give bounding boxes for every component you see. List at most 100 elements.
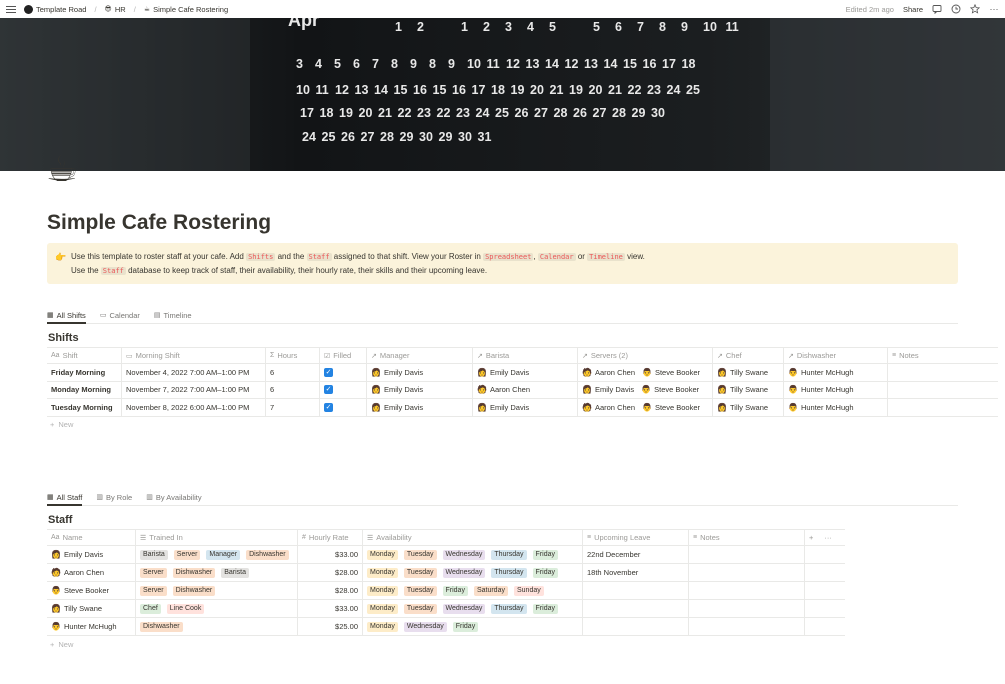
hourly-rate[interactable]: $33.00 xyxy=(298,600,363,617)
tag-monday[interactable]: Monday xyxy=(367,549,398,560)
person-aaron-chen[interactable]: 🧑 Aaron Chen xyxy=(477,385,530,394)
header-dishwasher[interactable]: ↗ Dishwasher xyxy=(784,348,888,363)
chef-cell[interactable]: 👩 Tilly Swane xyxy=(713,364,784,381)
tag-tuesday[interactable]: Tuesday xyxy=(403,549,437,560)
tag-manager[interactable]: Manager xyxy=(206,549,241,560)
header-name[interactable]: Aa Name xyxy=(47,530,136,545)
tab-by-role[interactable]: ▥ By Role xyxy=(96,489,132,505)
barista-cell[interactable]: 👩 Emily Davis xyxy=(473,364,578,381)
new-shift-button[interactable]: + New xyxy=(47,417,998,433)
trained-in-cell[interactable]: Server Dishwasher xyxy=(136,582,298,599)
manager-cell[interactable]: 👩 Emily Davis xyxy=(367,381,473,398)
page-coffee-icon[interactable]: ☕ xyxy=(46,148,90,190)
staff-title[interactable]: Staff xyxy=(48,514,72,526)
notes-cell[interactable] xyxy=(689,582,805,599)
tag-chef[interactable]: Chef xyxy=(140,603,161,614)
add-property-button[interactable]: + ··· xyxy=(805,530,845,545)
upcoming-leave[interactable]: 18th November xyxy=(583,564,689,581)
star-icon[interactable] xyxy=(969,3,981,14)
filled-checkbox[interactable]: ✓ xyxy=(324,402,333,412)
servers-cell[interactable]: 🧑 Aaron Chen 👨 Steve Booker xyxy=(578,399,713,416)
staff-name-cell[interactable]: 🧑 Aaron Chen xyxy=(47,564,136,581)
dishwasher-cell[interactable]: 👨 Hunter McHugh xyxy=(784,364,888,381)
shift-time[interactable]: November 4, 2022 7:00 AM–1:00 PM xyxy=(122,364,266,381)
shifts-title[interactable]: Shifts xyxy=(48,332,79,344)
availability-cell[interactable]: Monday Tuesday Wednesday Thursday Friday xyxy=(363,546,583,563)
person-aaron-chen[interactable]: 🧑 Aaron Chen xyxy=(582,368,635,377)
chef-cell[interactable]: 👩 Tilly Swane xyxy=(713,399,784,416)
share-button[interactable]: Share xyxy=(903,5,923,14)
availability-cell[interactable]: Monday Tuesday Wednesday Thursday Friday xyxy=(363,564,583,581)
shift-time[interactable]: November 8, 2022 6:00 AM–1:00 PM xyxy=(122,399,266,416)
more-options-icon[interactable]: ··· xyxy=(989,4,999,14)
tag-monday[interactable]: Monday xyxy=(367,585,398,596)
shift-name[interactable]: Tuesday Morning xyxy=(47,399,122,416)
person-hunter-mchugh[interactable]: 👨 Hunter McHugh xyxy=(788,403,854,412)
notes-cell[interactable] xyxy=(888,382,998,399)
tab-timeline[interactable]: ▤ Timeline xyxy=(154,307,192,323)
tag-dishwasher[interactable]: Dishwasher xyxy=(172,585,216,596)
person-emily-davis[interactable]: 👩 Emily Davis xyxy=(371,368,423,377)
tag-tuesday[interactable]: Tuesday xyxy=(403,567,437,578)
person-emily-davis[interactable]: 👩 Emily Davis xyxy=(582,385,634,394)
upcoming-leave[interactable] xyxy=(583,600,689,617)
manager-cell[interactable]: 👩 Emily Davis xyxy=(367,399,473,416)
header-hours[interactable]: Σ Hours xyxy=(266,348,320,363)
barista-cell[interactable]: 🧑 Aaron Chen xyxy=(473,381,578,398)
tab-all-staff[interactable]: ▦ All Staff xyxy=(47,489,83,506)
tag-dishwasher[interactable]: Dishwasher xyxy=(172,567,216,578)
breadcrumb-workspace[interactable]: Template Road xyxy=(36,5,86,14)
upcoming-leave[interactable]: 22nd December xyxy=(583,546,689,563)
person-tilly-swane[interactable]: 👩 Tilly Swane xyxy=(717,385,768,394)
hourly-rate[interactable]: $28.00 xyxy=(298,564,363,581)
staff-name-cell[interactable]: 👩 Tilly Swane xyxy=(47,600,136,617)
person-steve-booker[interactable]: 👨 Steve Booker xyxy=(51,586,109,595)
dishwasher-cell[interactable]: 👨 Hunter McHugh xyxy=(784,381,888,398)
filled-checkbox[interactable]: ✓ xyxy=(324,385,333,395)
menu-icon[interactable] xyxy=(6,5,16,13)
person-emily-davis[interactable]: 👩 Emily Davis xyxy=(477,368,529,377)
tag-server[interactable]: Server xyxy=(140,567,167,578)
clock-icon[interactable] xyxy=(951,4,961,14)
notes-cell[interactable] xyxy=(689,600,805,617)
chef-cell[interactable]: 👩 Tilly Swane xyxy=(713,381,784,398)
tag-wednesday[interactable]: Wednesday xyxy=(442,567,486,578)
tab-calendar[interactable]: ▭ Calendar xyxy=(100,307,140,323)
tag-wednesday[interactable]: Wednesday xyxy=(442,549,486,560)
upcoming-leave[interactable] xyxy=(583,582,689,599)
notes-cell[interactable] xyxy=(888,399,998,416)
tag-barista[interactable]: Barista xyxy=(140,549,168,560)
tab-by-availability[interactable]: ▥ By Availability xyxy=(146,489,201,505)
barista-cell[interactable]: 👩 Emily Davis xyxy=(473,399,578,416)
shift-name[interactable]: Friday Morning xyxy=(47,364,122,381)
header-shift[interactable]: Aa Shift xyxy=(47,348,122,363)
header-barista[interactable]: ↗ Barista xyxy=(473,348,578,363)
header-hourly-rate[interactable]: # Hourly Rate xyxy=(298,530,363,545)
trained-in-cell[interactable]: Dishwasher xyxy=(136,618,298,635)
trained-in-cell[interactable]: Server Dishwasher Barista xyxy=(136,564,298,581)
shift-name[interactable]: Monday Morning xyxy=(47,381,122,398)
header-availability[interactable]: ☰ Availability xyxy=(363,530,583,545)
tag-friday[interactable]: Friday xyxy=(532,567,558,578)
staff-name-cell[interactable]: 👩 Emily Davis xyxy=(47,546,136,563)
manager-cell[interactable]: 👩 Emily Davis xyxy=(367,364,473,381)
tag-dishwasher[interactable]: Dishwasher xyxy=(246,549,289,560)
servers-cell[interactable]: 👩 Emily Davis 👨 Steve Booker xyxy=(578,381,713,398)
tag-friday[interactable]: Friday xyxy=(532,603,558,614)
header-notes[interactable]: ≡ Notes xyxy=(888,348,998,363)
person-hunter-mchugh[interactable]: 👨 Hunter McHugh xyxy=(788,385,854,394)
person-emily-davis[interactable]: 👩 Emily Davis xyxy=(371,385,423,394)
tag-saturday[interactable]: Saturday xyxy=(473,585,508,596)
filled-checkbox[interactable]: ✓ xyxy=(324,367,333,377)
tag-monday[interactable]: Monday xyxy=(367,603,398,614)
staff-name-cell[interactable]: 👨 Hunter McHugh xyxy=(47,618,136,635)
dishwasher-cell[interactable]: 👨 Hunter McHugh xyxy=(784,399,888,416)
notes-cell[interactable] xyxy=(689,546,805,563)
hourly-rate[interactable]: $33.00 xyxy=(298,546,363,563)
header-trained-in[interactable]: ☰ Trained In xyxy=(136,530,298,545)
person-aaron-chen[interactable]: 🧑 Aaron Chen xyxy=(51,568,104,577)
person-emily-davis[interactable]: 👩 Emily Davis xyxy=(477,403,529,412)
new-staff-button[interactable]: + New xyxy=(47,636,845,652)
person-aaron-chen[interactable]: 🧑 Aaron Chen xyxy=(582,403,635,412)
tab-all-shifts[interactable]: ▦ All Shifts xyxy=(47,307,86,324)
